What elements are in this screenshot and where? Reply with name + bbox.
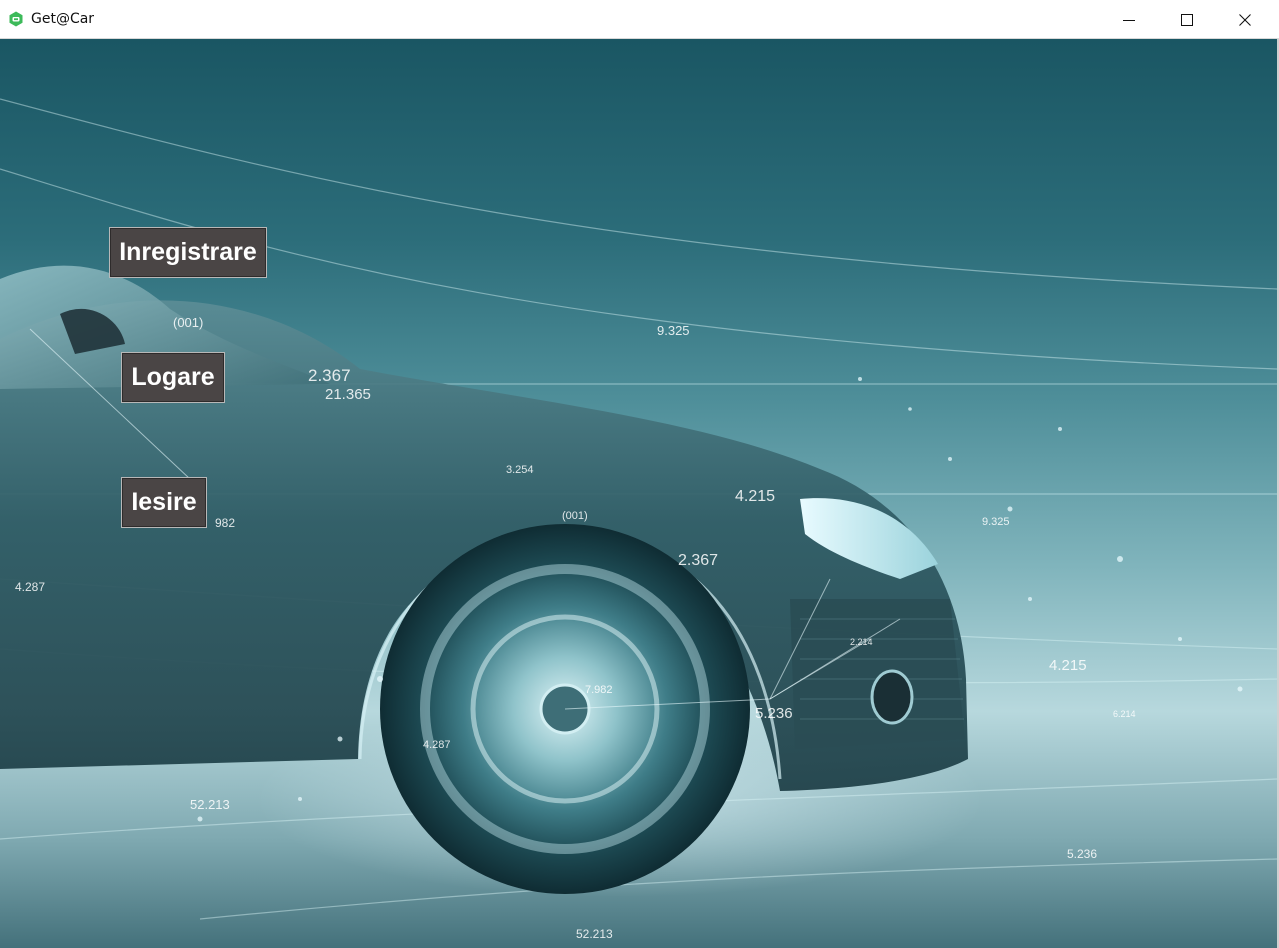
overlay-number: 21.365 xyxy=(325,386,371,403)
overlay-number: (001) xyxy=(173,315,203,330)
register-button[interactable]: Inregistrare xyxy=(109,227,267,278)
minimize-icon xyxy=(1123,19,1135,21)
overlay-number: 7.982 xyxy=(585,684,613,696)
overlay-number: 4.287 xyxy=(15,580,45,594)
title-bar[interactable]: Get@Car xyxy=(0,0,1279,39)
overlay-number: 9.325 xyxy=(982,516,1010,528)
minimize-button[interactable] xyxy=(1100,0,1158,39)
app-logo-icon xyxy=(9,11,23,27)
overlay-number: 4.287 xyxy=(423,739,451,751)
window-title: Get@Car xyxy=(31,11,95,27)
login-button[interactable]: Logare xyxy=(121,352,225,403)
overlay-number: 2.367 xyxy=(308,366,351,385)
exit-button[interactable]: Iesire xyxy=(121,477,207,528)
overlay-number: 52.213 xyxy=(190,797,230,812)
overlay-number: 2.214 xyxy=(850,637,873,647)
overlay-number: 982 xyxy=(215,516,235,530)
close-icon xyxy=(1239,13,1251,26)
app-window: Get@Car (001) 9.325 2.367 21.365 3.254 4… xyxy=(0,0,1279,948)
overlay-number: 6.214 xyxy=(1113,709,1136,719)
overlay-number: (001) xyxy=(562,510,588,522)
overlay-number: 9.325 xyxy=(657,323,690,338)
close-button[interactable] xyxy=(1216,0,1274,39)
overlay-number: 4.215 xyxy=(1049,657,1087,674)
overlay-number: 52.213 xyxy=(576,927,613,941)
maximize-icon xyxy=(1181,13,1193,26)
maximize-button[interactable] xyxy=(1158,0,1216,39)
overlay-number: 4.215 xyxy=(735,488,775,505)
overlay-number: 5.236 xyxy=(1067,847,1097,861)
overlay-number: 5.236 xyxy=(755,705,793,722)
overlay-number: 2.367 xyxy=(678,552,718,569)
main-content: (001) 9.325 2.367 21.365 3.254 4.215 (00… xyxy=(0,39,1277,948)
overlay-number: 3.254 xyxy=(506,464,534,476)
